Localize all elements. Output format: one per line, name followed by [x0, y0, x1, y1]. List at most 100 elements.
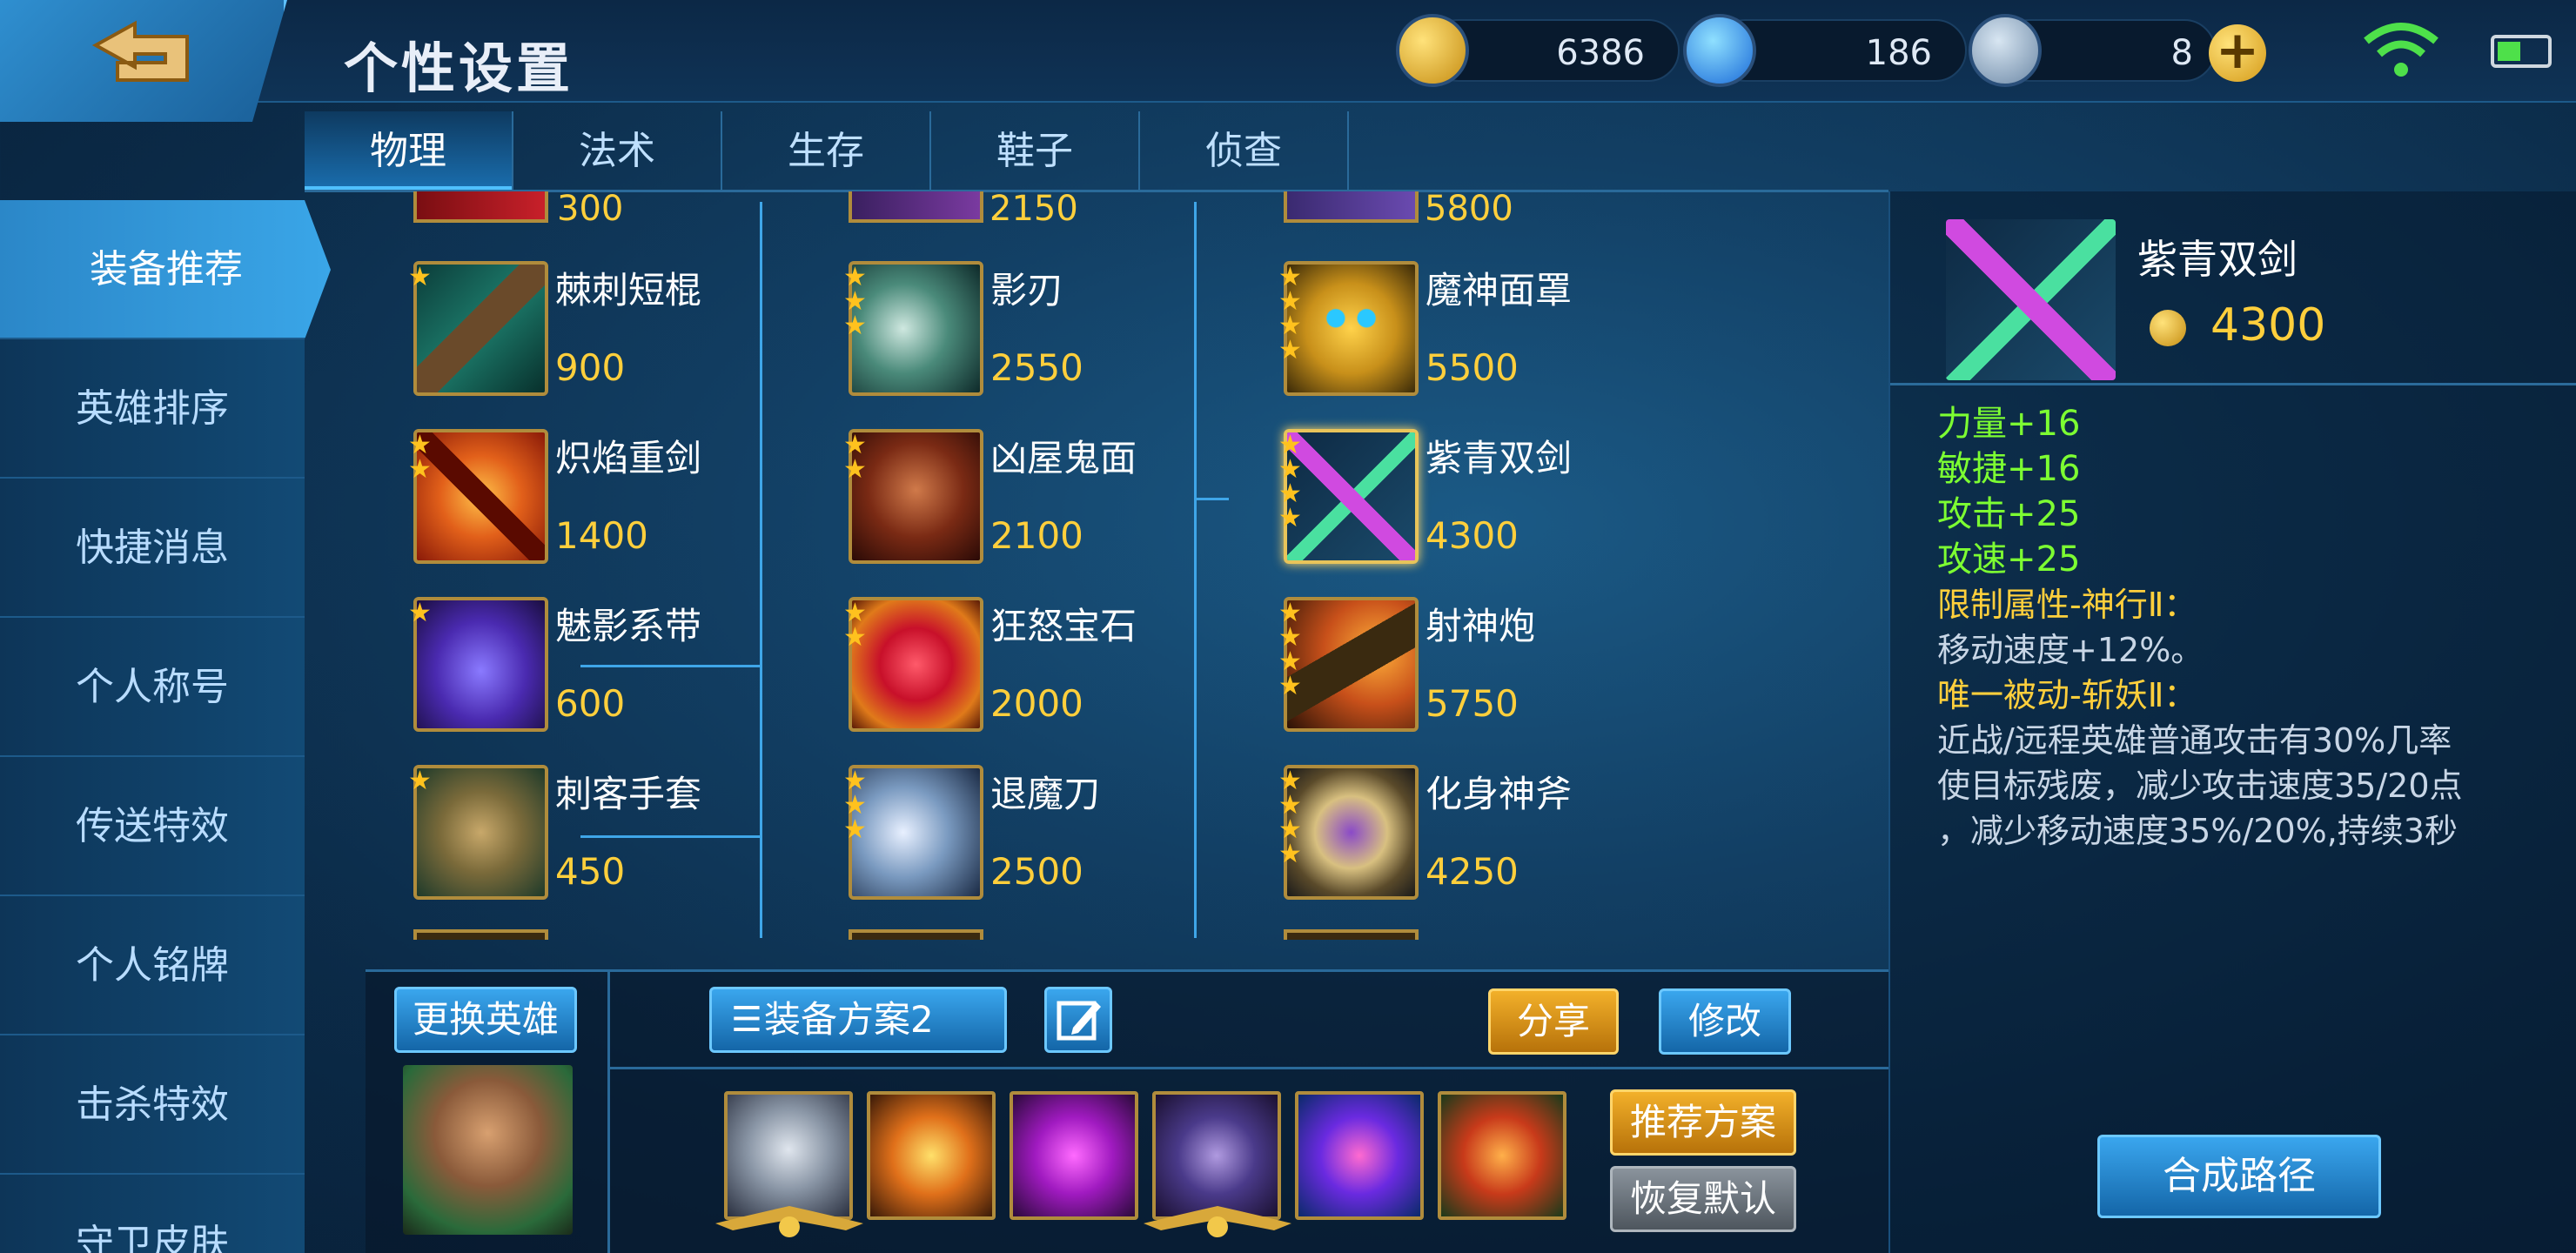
sidebar-item-hero-sort[interactable]: 英雄排序	[0, 339, 305, 479]
gold-amount: 6386	[1556, 33, 1645, 73]
detail-divider	[1890, 383, 2576, 385]
rarity-star-icon: ★	[1278, 839, 1302, 869]
magic-claw-icon[interactable]	[1010, 1091, 1138, 1220]
hero-avatar	[403, 1065, 573, 1235]
demon-slayer-blade-icon	[849, 765, 983, 900]
passive-desc-line: 使目标残废，减少攻击速度35/20点	[1937, 767, 2463, 805]
item-name: 凶屋鬼面	[990, 437, 1137, 479]
list-icon: ☰	[731, 1000, 762, 1040]
sidebar-item-teleport-effect[interactable]: 传送特效	[0, 757, 305, 896]
sidebar-item-ward-skin[interactable]: 守卫皮肤	[0, 1175, 305, 1253]
item-name: 刺客手套	[555, 773, 702, 815]
limit-attribute-title: 限制属性-神行Ⅱ：	[1937, 586, 2197, 624]
tab-scout[interactable]: 侦查	[1140, 111, 1349, 191]
modify-button[interactable]: 修改	[1659, 988, 1791, 1055]
item-name: 魅影系带	[555, 605, 702, 647]
rarity-star-icon: ★	[408, 262, 432, 292]
bronze-emblem-icon	[715, 1206, 863, 1237]
compose-path-button[interactable]: 合成路径	[2097, 1135, 2381, 1218]
page-title: 个性设置	[344, 37, 574, 100]
equipment-grid: 300 2150 5800 棘刺短棍 900 ★ 炽焰重剑 1400 ★ ★ 魅影…	[309, 191, 1888, 940]
detail-item-price: 4300	[2210, 299, 2326, 352]
passive-title: 唯一被动-斩妖Ⅱ：	[1937, 676, 2197, 714]
partial-item-icon	[413, 929, 548, 940]
item-card[interactable]: 魔神面罩 5500 ★ ★ ★ ★	[1179, 191, 1667, 396]
detail-item-name: 紫青双剑	[2137, 236, 2298, 283]
twin-swords-icon	[1946, 219, 2116, 380]
item-name: 棘刺短棍	[555, 269, 702, 312]
rarity-star-icon: ★	[843, 622, 867, 653]
voucher-icon	[1969, 14, 2042, 87]
build-plan-label: 装备方案2	[764, 998, 934, 1041]
rarity-star-icon: ★	[843, 454, 867, 485]
beast-mask-icon[interactable]	[1295, 1091, 1424, 1220]
item-card[interactable]: 射神炮 5750 ★ ★ ★ ★	[1179, 527, 1667, 732]
diamond-icon	[1683, 14, 1756, 87]
add-currency-button[interactable]: +	[2209, 24, 2266, 82]
item-card[interactable]: 狂怒宝石 2000 ★ ★	[744, 527, 1231, 732]
edit-button[interactable]	[1044, 987, 1112, 1053]
sidebar-item-equipment-recommend[interactable]: 装备推荐	[0, 200, 331, 339]
panel-divider	[607, 1067, 1888, 1069]
panel-divider	[607, 969, 610, 1253]
item-price: 2500	[990, 850, 1083, 893]
rarity-star-icon: ★	[843, 311, 867, 341]
change-hero-button[interactable]: 更换英雄	[394, 987, 577, 1053]
item-card[interactable]: 棘刺短棍 900 ★	[309, 191, 796, 396]
item-name: 化身神斧	[1426, 773, 1573, 815]
item-name: 魔神面罩	[1426, 269, 1573, 312]
tab-shoes[interactable]: 鞋子	[931, 111, 1140, 191]
stat-line: 攻速+25	[1937, 539, 2081, 580]
item-card[interactable]: 炽焰重剑 1400 ★ ★	[309, 359, 796, 564]
item-price: 4250	[1426, 850, 1519, 893]
limit-attribute-desc: 移动速度+12%。	[1937, 631, 2204, 669]
item-card[interactable]: 退魔刀 2500 ★ ★ ★	[744, 695, 1231, 900]
build-plan-dropdown[interactable]: ☰ 装备方案2	[709, 987, 1007, 1053]
red-axe-icon[interactable]	[1438, 1091, 1566, 1220]
sidebar-item-title[interactable]: 个人称号	[0, 618, 305, 757]
stat-line: 敏捷+16	[1937, 449, 2081, 489]
share-button[interactable]: 分享	[1488, 988, 1619, 1055]
item-card[interactable]: 刺客手套 450 ★	[309, 695, 796, 900]
tab-magic[interactable]: 法术	[513, 111, 722, 191]
stat-line: 攻击+25	[1937, 494, 2081, 534]
rarity-star-icon: ★	[843, 814, 867, 845]
avatar-axe-icon	[1284, 765, 1419, 900]
gold-coin-icon	[1396, 14, 1469, 87]
tab-survival[interactable]: 生存	[722, 111, 931, 191]
edit-icon	[1057, 1001, 1101, 1041]
item-card[interactable]: 魅影系带 600 ★	[309, 527, 796, 732]
tab-physical[interactable]: 物理	[305, 111, 513, 191]
restore-default-button[interactable]: 恢复默认	[1610, 1166, 1796, 1232]
bronze-emblem-icon	[1144, 1206, 1291, 1237]
item-card[interactable]: 影刃 2550 ★ ★ ★	[744, 191, 1231, 396]
gold-coin-icon	[2150, 310, 2186, 346]
passive-desc-line: 近战/远程英雄普通攻击有30%几率	[1937, 721, 2452, 760]
item-price: 450	[555, 850, 626, 893]
category-tabs: 物理 法术 生存 鞋子 侦查	[305, 111, 1888, 191]
sidebar-item-kill-effect[interactable]: 击杀特效	[0, 1035, 305, 1175]
rarity-star-icon: ★	[408, 454, 432, 485]
partial-item-icon	[1284, 929, 1419, 940]
rarity-star-icon: ★	[408, 766, 432, 796]
back-arrow-icon	[91, 20, 189, 82]
item-card[interactable]: 化身神斧 4250 ★ ★ ★ ★	[1179, 695, 1667, 900]
item-name: 射神炮	[1426, 605, 1536, 647]
flame-blade-icon[interactable]	[867, 1091, 996, 1220]
diamond-amount: 186	[1865, 33, 1932, 73]
sidebar-item-quick-message[interactable]: 快捷消息	[0, 479, 305, 618]
item-name: 炽焰重剑	[555, 437, 702, 479]
passive-desc-line: ，减少移动速度35%/20%,持续3秒	[1937, 812, 2458, 850]
battery-icon	[2491, 35, 2552, 68]
partial-item-icon	[849, 929, 983, 940]
assassin-gloves-icon	[413, 765, 548, 900]
voucher-amount: 8	[2170, 33, 2193, 73]
item-name: 退魔刀	[990, 773, 1101, 815]
back-button[interactable]	[0, 0, 287, 122]
recommend-plan-button[interactable]: 推荐方案	[1610, 1089, 1796, 1156]
sidebar-item-nameplate[interactable]: 个人铭牌	[0, 896, 305, 1035]
item-card[interactable]: 紫青双剑 4300 ★ ★ ★ ★	[1179, 359, 1667, 564]
stat-line: 力量+16	[1937, 404, 2081, 444]
item-card[interactable]: 凶屋鬼面 2100 ★ ★	[744, 359, 1231, 564]
rarity-star-icon: ★	[408, 598, 432, 628]
